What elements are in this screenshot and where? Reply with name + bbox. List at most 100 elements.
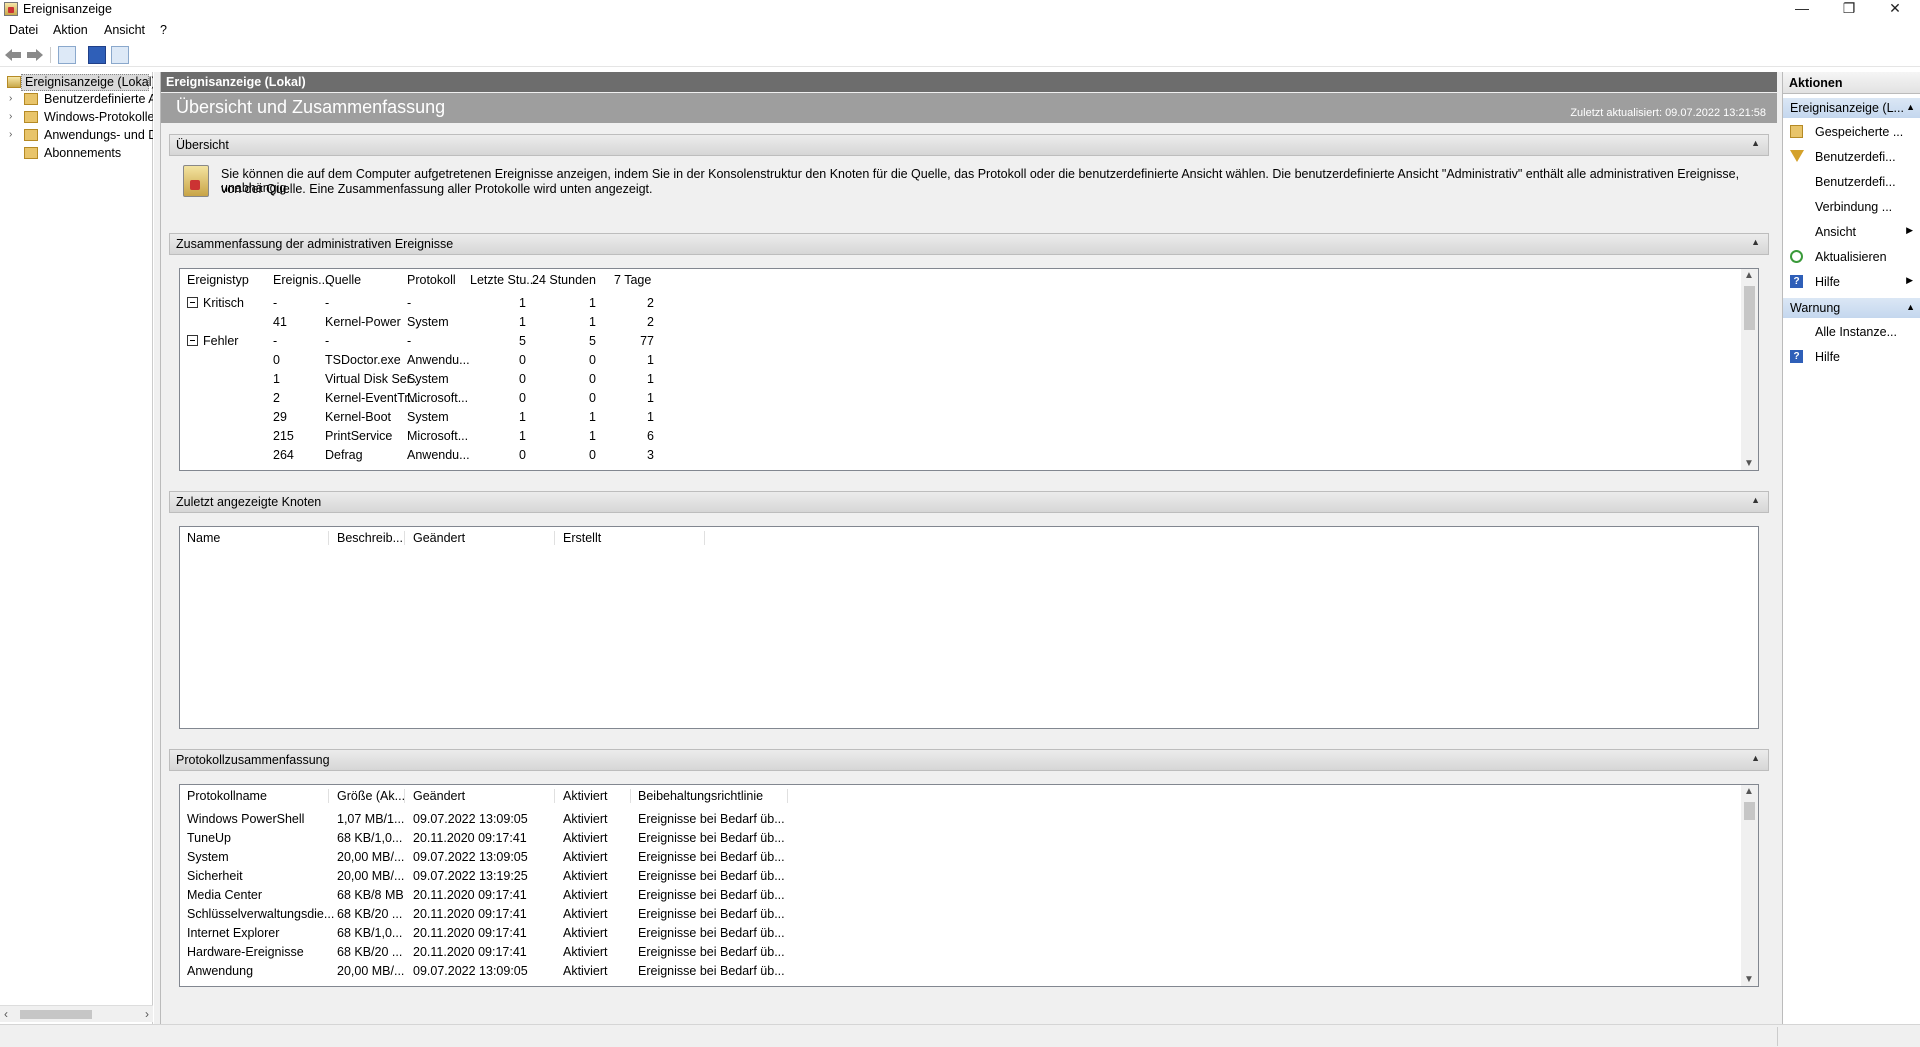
collapse-icon[interactable]: ▲: [1751, 495, 1760, 505]
column-header[interactable]: Protokollname: [187, 789, 329, 803]
column-header[interactable]: 24 Stunden: [532, 273, 596, 287]
table-cell: Defrag: [325, 448, 363, 462]
action-item[interactable]: Alle Instanze...: [1783, 322, 1920, 342]
collapse-minus-icon[interactable]: [187, 297, 198, 308]
table-row[interactable]: Sicherheit 20,00 MB/... 09.07.2022 13:19:2…: [180, 867, 1740, 886]
action-item[interactable]: Aktualisieren: [1783, 247, 1920, 267]
menu-ansicht[interactable]: Ansicht: [104, 23, 145, 37]
action-item[interactable]: Verbindung ...: [1783, 197, 1920, 217]
tree-horizontal-scrollbar[interactable]: ‹ ›: [0, 1005, 153, 1022]
show-hide-action-pane-icon[interactable]: [111, 46, 129, 64]
scroll-thumb[interactable]: [20, 1010, 92, 1019]
menu-datei[interactable]: Datei: [9, 23, 38, 37]
menu-aktion[interactable]: Aktion: [53, 23, 88, 37]
recent-nodes-section-header[interactable]: Zuletzt angezeigte Knoten ▲: [169, 491, 1769, 513]
tree-item-subscriptions[interactable]: Abonnements: [0, 145, 153, 162]
admin-vertical-scrollbar[interactable]: ▲ ▼: [1741, 269, 1758, 470]
scroll-up-icon[interactable]: ▲: [1744, 786, 1754, 797]
minimize-button[interactable]: —: [1780, 0, 1824, 18]
log-vertical-scrollbar[interactable]: ▲ ▼: [1741, 785, 1758, 986]
collapse-icon[interactable]: ▲: [1906, 302, 1915, 312]
scroll-down-icon[interactable]: ▼: [1744, 458, 1754, 469]
table-cell: 68 KB/1,0...: [337, 926, 403, 940]
event-viewer-icon: [7, 76, 21, 88]
action-item[interactable]: ? Hilfe: [1783, 347, 1920, 367]
show-hide-tree-icon[interactable]: [58, 46, 76, 64]
table-row[interactable]: 29 Kernel-Boot System 1 1 1: [180, 408, 1740, 427]
table-row[interactable]: 215 PrintService Microsoft... 1 1 6: [180, 427, 1740, 446]
table-row[interactable]: TuneUp 68 KB/1,0... 20.11.2020 09:17:41 Akt…: [180, 829, 1740, 848]
table-row[interactable]: Kritisch - - - 1 1 2: [180, 294, 1740, 313]
column-header[interactable]: Beschreib...: [337, 531, 405, 545]
recent-nodes-table[interactable]: Name Beschreib... Geändert Erstellt: [179, 526, 1759, 729]
column-header[interactable]: Protokoll: [407, 273, 456, 287]
table-row[interactable]: 2 Kernel-EventTr... Microsoft... 0 0 1: [180, 389, 1740, 408]
action-group-event-viewer[interactable]: Ereignisanzeige (L... ▲: [1783, 98, 1920, 118]
column-header[interactable]: Name: [187, 531, 329, 545]
help-icon[interactable]: [88, 46, 106, 64]
action-item[interactable]: Ansicht ▶: [1783, 222, 1920, 242]
table-row[interactable]: 41 Kernel-Power System 1 1 2: [180, 313, 1740, 332]
restore-button[interactable]: ❐: [1827, 0, 1871, 18]
tree-item-app-logs[interactable]: › Anwendungs- und D: [0, 127, 153, 144]
column-header[interactable]: Beibehaltungsrichtlinie: [638, 789, 788, 803]
group-label: Ereignisanzeige (L...: [1790, 101, 1904, 115]
scroll-up-icon[interactable]: ▲: [1744, 270, 1754, 281]
action-group-warning[interactable]: Warnung ▲: [1783, 298, 1920, 318]
scroll-thumb[interactable]: [1744, 802, 1755, 820]
column-header[interactable]: Erstellt: [563, 531, 705, 545]
table-row[interactable]: Hardware-Ereignisse 68 KB/20 ... 20.11.202…: [180, 943, 1740, 962]
tree-item-windows-logs[interactable]: › Windows-Protokolle: [0, 109, 153, 126]
table-cell: 264: [273, 448, 294, 462]
table-cell: 41: [273, 315, 287, 329]
collapse-icon[interactable]: ▲: [1751, 237, 1760, 247]
close-button[interactable]: ✕: [1873, 0, 1917, 18]
menu-help[interactable]: ?: [160, 23, 167, 37]
action-item[interactable]: Gespeicherte ...: [1783, 122, 1920, 142]
column-header[interactable]: Quelle: [325, 273, 361, 287]
table-row[interactable]: Fehler - - - 5 5 77: [180, 332, 1740, 351]
table-cell: 5: [589, 334, 596, 348]
column-header[interactable]: Aktiviert: [563, 789, 631, 803]
forward-arrow-icon[interactable]: [26, 48, 44, 62]
action-item[interactable]: Benutzerdefi...: [1783, 147, 1920, 167]
table-row[interactable]: 264 Defrag Anwendu... 0 0 3: [180, 446, 1740, 465]
collapse-icon[interactable]: ▲: [1751, 753, 1760, 763]
chevron-right-icon[interactable]: ›: [9, 111, 17, 122]
collapse-icon[interactable]: ▲: [1906, 102, 1915, 112]
column-header[interactable]: Ereignistyp: [187, 273, 249, 287]
back-arrow-icon[interactable]: [4, 48, 22, 62]
column-header[interactable]: Größe (Ak...: [337, 789, 405, 803]
column-header[interactable]: Geändert: [413, 789, 555, 803]
scroll-thumb[interactable]: [1744, 286, 1755, 330]
admin-summary-section-header[interactable]: Zusammenfassung der administrativen Erei…: [169, 233, 1769, 255]
log-summary-table[interactable]: Protokollname Größe (Ak... Geändert Akti…: [179, 784, 1759, 987]
column-header[interactable]: Letzte Stu...: [470, 273, 537, 287]
table-row[interactable]: Media Center 68 KB/8 MB 20.11.2020 09:17:4…: [180, 886, 1740, 905]
action-item[interactable]: ? Hilfe ▶: [1783, 272, 1920, 292]
collapse-icon[interactable]: ▲: [1751, 138, 1760, 148]
table-row[interactable]: 0 TSDoctor.exe Anwendu... 0 0 1: [180, 351, 1740, 370]
table-cell: -: [325, 334, 330, 348]
table-row[interactable]: System 20,00 MB/... 09.07.2022 13:09:05 Akt…: [180, 848, 1740, 867]
table-row[interactable]: Schlüsselverwaltungsdie... 68 KB/20 ... 20…: [180, 905, 1740, 924]
scroll-left-icon[interactable]: ‹: [4, 1007, 8, 1021]
tree-item-root[interactable]: Ereignisanzeige (Lokal): [0, 74, 153, 91]
action-item[interactable]: Benutzerdefi...: [1783, 172, 1920, 192]
scroll-down-icon[interactable]: ▼: [1744, 974, 1754, 985]
overview-section-header[interactable]: Übersicht ▲: [169, 134, 1769, 156]
table-row[interactable]: Internet Explorer 68 KB/1,0... 20.11.2020 …: [180, 924, 1740, 943]
admin-summary-table[interactable]: Ereignistyp Ereignis... Quelle Protokoll…: [179, 268, 1759, 471]
log-summary-section-header[interactable]: Protokollzusammenfassung ▲: [169, 749, 1769, 771]
scroll-right-icon[interactable]: ›: [145, 1007, 149, 1021]
collapse-minus-icon[interactable]: [187, 335, 198, 346]
table-row[interactable]: Windows PowerShell 1,07 MB/1... 09.07.2022…: [180, 810, 1740, 829]
chevron-right-icon[interactable]: ›: [9, 93, 17, 104]
column-header[interactable]: Ereignis...: [273, 273, 329, 287]
column-header[interactable]: 7 Tage: [614, 273, 651, 287]
table-row[interactable]: 1 Virtual Disk Ser... System 0 0 1: [180, 370, 1740, 389]
table-row[interactable]: Anwendung 20,00 MB/... 09.07.2022 13:09:05…: [180, 962, 1740, 981]
column-header[interactable]: Geändert: [413, 531, 555, 545]
tree-item-custom-views[interactable]: › Benutzerdefinierte A: [0, 91, 153, 108]
chevron-right-icon[interactable]: ›: [9, 129, 17, 140]
